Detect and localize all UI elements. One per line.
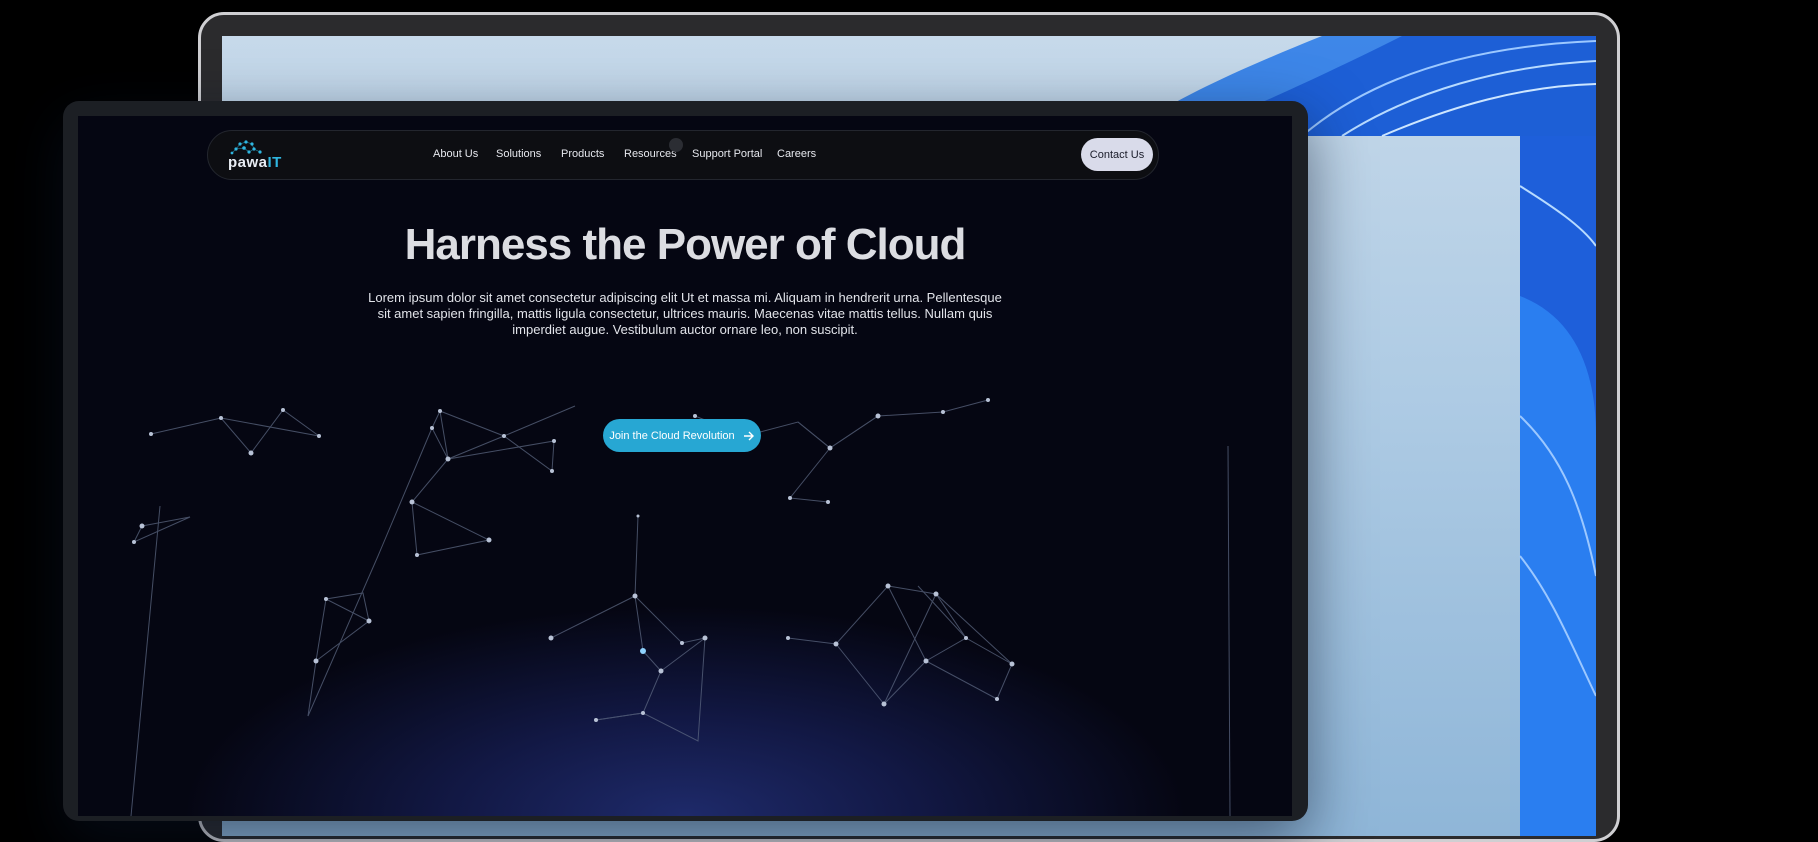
- hero-title: Harness the Power of Cloud: [404, 220, 967, 269]
- nav-item-support-portal[interactable]: Support Portal: [692, 148, 762, 160]
- nav-item-resources[interactable]: Resources: [624, 148, 677, 160]
- join-cloud-revolution-button[interactable]: Join the Cloud Revolution: [603, 419, 761, 452]
- webcam-dot: [669, 138, 683, 152]
- nav-item-solutions[interactable]: Solutions: [496, 148, 541, 160]
- hero-description: Lorem ipsum dolor sit amet consectetur a…: [368, 290, 1002, 337]
- nav-item-products[interactable]: Products: [561, 148, 604, 160]
- nav-links: About Us Solutions Products Resources Su…: [208, 131, 1158, 179]
- arrow-right-icon: [743, 430, 755, 442]
- cta-button-label: Join the Cloud Revolution: [609, 429, 735, 442]
- nav-item-careers[interactable]: Careers: [777, 148, 816, 160]
- contact-us-button[interactable]: Contact Us: [1081, 138, 1153, 171]
- nav-item-about-us[interactable]: About Us: [433, 148, 478, 160]
- website-viewport: pawaIT About Us Solutions Products Resou…: [78, 116, 1292, 816]
- site-navbar: pawaIT About Us Solutions Products Resou…: [207, 130, 1159, 180]
